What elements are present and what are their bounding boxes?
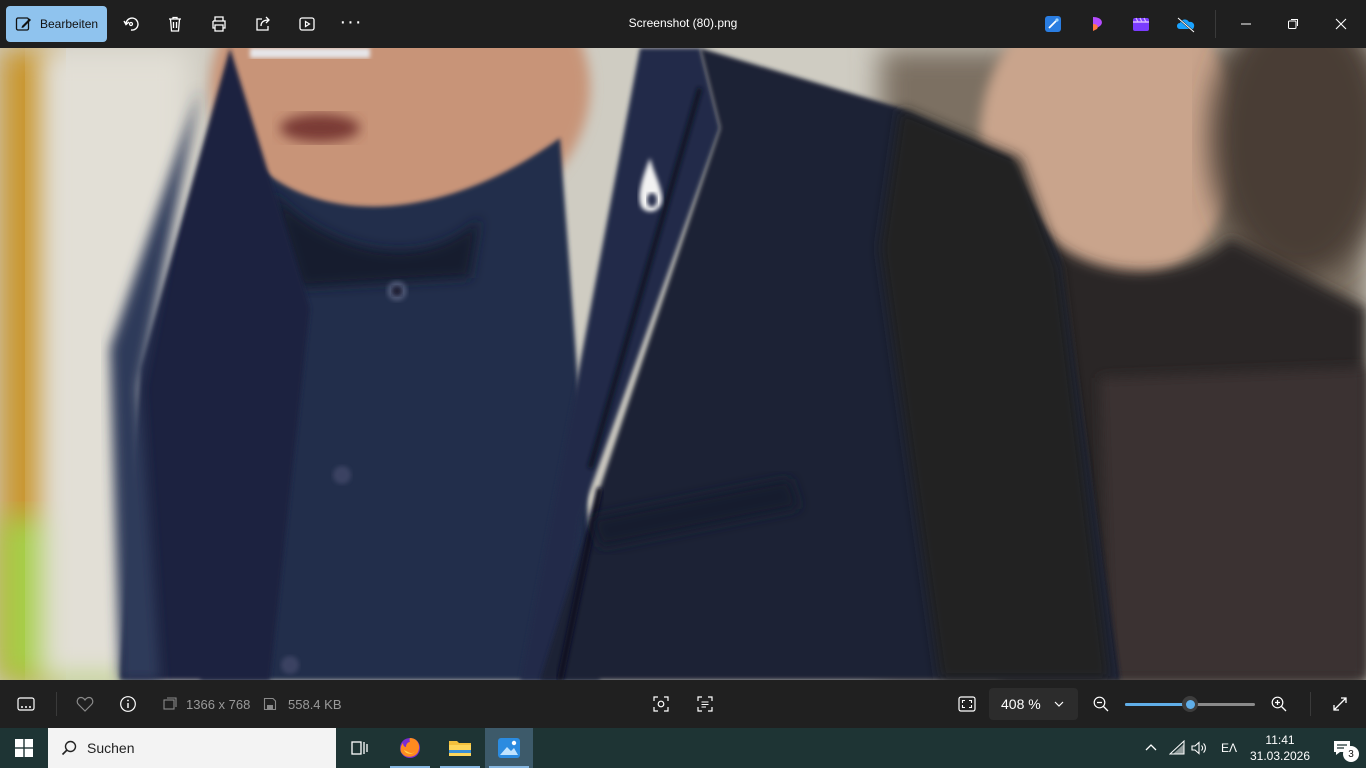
search-icon [61,740,77,756]
info-icon[interactable] [116,692,140,716]
share-icon[interactable] [251,12,275,36]
favorite-icon[interactable] [73,692,97,716]
designer-icon[interactable] [1043,14,1063,34]
toolbar-divider [56,692,57,716]
fullscreen-icon[interactable] [1328,692,1352,716]
visual-search-icon[interactable] [649,692,673,716]
restore-icon[interactable] [1281,12,1305,36]
start-button[interactable] [0,728,48,768]
filmstrip-icon[interactable] [14,692,38,716]
file-explorer-icon[interactable] [436,728,484,768]
volume-icon[interactable] [1188,728,1210,768]
more-icon[interactable]: ··· [339,10,363,34]
more-label: ··· [339,11,363,33]
file-size: 558.4 KB [288,697,342,712]
save-icon [258,692,282,716]
minimize-icon[interactable] [1234,12,1258,36]
taskbar-search[interactable]: Suchen [48,728,336,768]
zoom-out-icon[interactable] [1089,692,1113,716]
clock-time: 11:41 [1265,733,1295,747]
rotate-icon[interactable] [119,12,143,36]
titlebar-divider [1215,10,1216,38]
windows-icon [15,739,33,757]
edit-button[interactable]: Bearbeiten [6,6,107,42]
notification-center[interactable]: 3 [1318,728,1366,768]
edit-button-label: Bearbeiten [40,17,99,31]
zoom-level-value: 408 % [1001,696,1041,712]
zoom-slider-thumb[interactable] [1182,696,1198,712]
title-bar: Bearbeiten ··· Screenshot (80).png [0,0,1366,48]
slideshow-icon[interactable] [295,12,319,36]
chevron-up-icon[interactable] [1140,728,1162,768]
zoom-slider-fill [1125,703,1190,706]
bottom-toolbar: 1366 x 768 558.4 KB 408 % [0,680,1366,728]
text-scan-icon[interactable] [693,692,717,716]
print-icon[interactable] [207,12,231,36]
image-viewport[interactable] [0,48,1366,680]
onedrive-icon[interactable] [1175,14,1195,34]
taskbar: Suchen EΛ 11:41 31.03.2026 3 [0,728,1366,768]
fit-window-icon[interactable] [955,692,979,716]
wifi-icon[interactable] [1166,728,1188,768]
window-title: Screenshot (80).png [628,16,738,30]
zoom-level-dropdown[interactable]: 408 % [989,688,1078,720]
delete-icon[interactable] [163,12,187,36]
task-view-icon[interactable] [336,728,384,768]
clock-date: 31.03.2026 [1249,749,1311,763]
language-label: EΛ [1220,741,1238,755]
notification-badge: 3 [1343,746,1359,762]
toolbar-divider [1310,692,1311,716]
image-dimensions: 1366 x 768 [186,697,251,712]
zoom-in-icon[interactable] [1267,692,1291,716]
language-indicator[interactable]: EΛ [1216,728,1242,768]
edit-icon [15,17,31,31]
chevron-down-icon [1054,701,1064,707]
photos-icon[interactable] [485,728,533,768]
clock[interactable]: 11:41 31.03.2026 [1246,732,1314,764]
clipchamp-icon[interactable] [1088,14,1108,34]
video-editor-icon[interactable] [1131,14,1151,34]
dimensions-icon [158,692,182,716]
close-icon[interactable] [1329,12,1353,36]
photo [0,48,1366,680]
firefox-icon[interactable] [386,728,434,768]
search-placeholder: Suchen [87,740,135,756]
